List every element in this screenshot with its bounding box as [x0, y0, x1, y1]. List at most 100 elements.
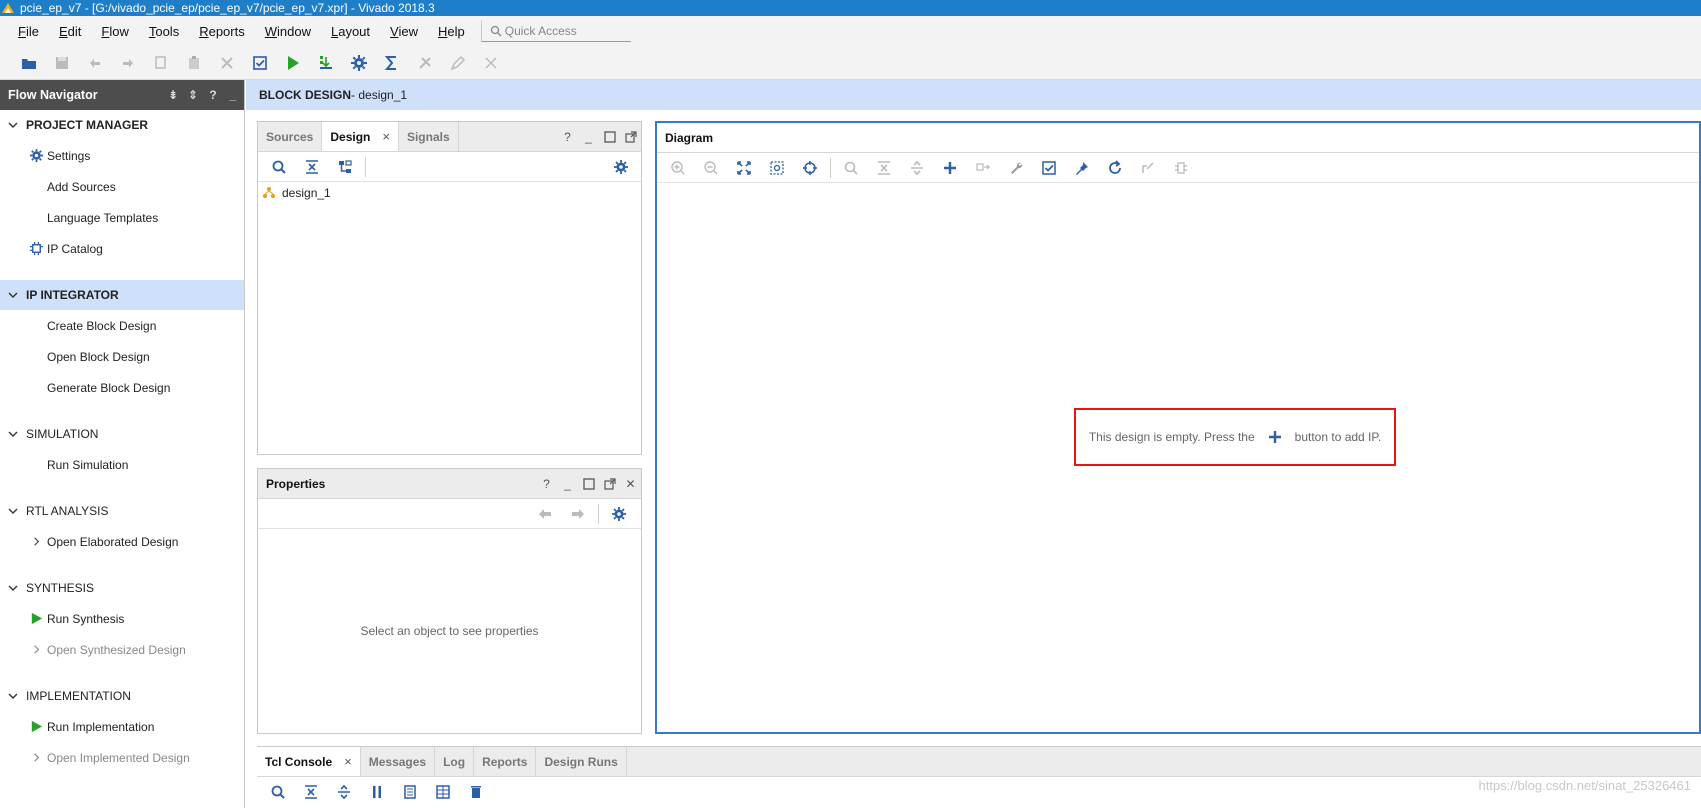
copy-icon[interactable]: [148, 50, 174, 76]
nav-open-implemented-design[interactable]: Open Implemented Design: [0, 742, 244, 773]
nav-open-block-design[interactable]: Open Block Design: [0, 341, 244, 372]
pin-icon[interactable]: [1069, 156, 1095, 180]
nav-settings[interactable]: Settings: [0, 140, 244, 171]
float-icon[interactable]: [620, 122, 641, 151]
pencil-icon[interactable]: [445, 50, 471, 76]
close-icon[interactable]: ×: [382, 129, 390, 144]
close-icon[interactable]: ×: [344, 754, 352, 769]
help-icon[interactable]: ?: [204, 86, 222, 104]
minimize-icon[interactable]: _: [578, 122, 599, 151]
undo-icon[interactable]: [82, 50, 108, 76]
section-synthesis[interactable]: SYNTHESIS: [0, 573, 244, 603]
nav-run-implementation[interactable]: Run Implementation: [0, 711, 244, 742]
quick-access-input[interactable]: Quick Access: [480, 20, 631, 42]
hierarchy-icon[interactable]: [332, 155, 358, 179]
refresh-icon[interactable]: [1102, 156, 1128, 180]
nav-add-sources[interactable]: Add Sources: [0, 171, 244, 202]
help-icon[interactable]: ?: [536, 469, 557, 498]
nav-create-block-design[interactable]: Create Block Design: [0, 310, 244, 341]
section-project-manager[interactable]: PROJECT MANAGER: [0, 110, 244, 140]
search-icon[interactable]: [265, 780, 291, 804]
nav-open-synthesized-design[interactable]: Open Synthesized Design: [0, 634, 244, 665]
float-icon[interactable]: [599, 469, 620, 498]
menu-file[interactable]: File: [8, 24, 49, 39]
zoom-out-icon[interactable]: [698, 156, 724, 180]
minimize-icon[interactable]: _: [557, 469, 578, 498]
add-ip-plus-icon[interactable]: [1267, 429, 1283, 445]
search-icon[interactable]: [266, 155, 292, 179]
menu-tools[interactable]: Tools: [139, 24, 189, 39]
menu-flow[interactable]: Flow: [91, 24, 138, 39]
copy-icon[interactable]: [397, 780, 423, 804]
nav-run-synthesis[interactable]: Run Synthesis: [0, 603, 244, 634]
validate-design-icon[interactable]: [1036, 156, 1062, 180]
menu-edit[interactable]: Edit: [49, 24, 91, 39]
nav-open-elaborated-design[interactable]: Open Elaborated Design: [0, 526, 244, 557]
expand-all-icon[interactable]: ⇕: [184, 86, 202, 104]
gear-icon[interactable]: [608, 155, 634, 179]
tab-reports[interactable]: Reports: [474, 747, 537, 776]
collapse-all-icon[interactable]: ⇟: [164, 86, 182, 104]
tab-signals[interactable]: Signals: [399, 122, 459, 151]
settings-gear-icon[interactable]: [346, 50, 372, 76]
trash-icon[interactable]: [463, 780, 489, 804]
zoom-fit-icon[interactable]: [731, 156, 757, 180]
collapse-all-icon[interactable]: [871, 156, 897, 180]
add-ip-icon[interactable]: [937, 156, 963, 180]
collapse-all-icon[interactable]: [298, 780, 324, 804]
table-icon[interactable]: [430, 780, 456, 804]
save-icon[interactable]: [49, 50, 75, 76]
nav-language-templates[interactable]: Language Templates: [0, 202, 244, 233]
back-arrow-icon[interactable]: [532, 502, 558, 526]
sigma-report-icon[interactable]: [379, 50, 405, 76]
disabled-tool-icon[interactable]: [412, 50, 438, 76]
nav-generate-block-design[interactable]: Generate Block Design: [0, 372, 244, 403]
auto-fit-selection-icon[interactable]: [797, 156, 823, 180]
make-external-icon[interactable]: [970, 156, 996, 180]
help-icon[interactable]: ?: [557, 122, 578, 151]
tab-design[interactable]: Design ×: [322, 122, 399, 151]
section-ip-integrator[interactable]: IP INTEGRATOR: [0, 280, 244, 310]
port-icon[interactable]: [1168, 156, 1194, 180]
program-device-icon[interactable]: [313, 50, 339, 76]
tab-design-runs[interactable]: Design Runs: [536, 747, 627, 776]
clear-icon[interactable]: [478, 50, 504, 76]
zoom-area-icon[interactable]: [764, 156, 790, 180]
menu-layout[interactable]: Layout: [321, 24, 380, 39]
properties-title: Properties: [266, 476, 326, 491]
expand-all-icon[interactable]: [331, 780, 357, 804]
search-icon[interactable]: [838, 156, 864, 180]
expand-all-icon[interactable]: [904, 156, 930, 180]
gear-icon[interactable]: [606, 502, 632, 526]
tab-messages[interactable]: Messages: [361, 747, 436, 776]
tree-item-design[interactable]: design_1: [258, 182, 641, 204]
tab-log[interactable]: Log: [435, 747, 475, 776]
maximize-icon[interactable]: [578, 469, 599, 498]
tab-sources[interactable]: Sources: [258, 122, 323, 151]
wrench-icon[interactable]: [1003, 156, 1029, 180]
tab-tcl-console[interactable]: Tcl Console ×: [257, 747, 361, 776]
minimize-icon[interactable]: _: [224, 86, 242, 104]
nav-run-simulation[interactable]: Run Simulation: [0, 449, 244, 480]
close-icon[interactable]: ✕: [620, 469, 641, 498]
run-icon[interactable]: [280, 50, 306, 76]
section-simulation[interactable]: SIMULATION: [0, 419, 244, 449]
collapse-all-icon[interactable]: [299, 155, 325, 179]
forward-arrow-icon[interactable]: [565, 502, 591, 526]
delete-icon[interactable]: [214, 50, 240, 76]
zoom-in-icon[interactable]: [665, 156, 691, 180]
menu-help[interactable]: Help: [428, 24, 475, 39]
section-implementation[interactable]: IMPLEMENTATION: [0, 681, 244, 711]
maximize-icon[interactable]: [599, 122, 620, 151]
redo-icon[interactable]: [115, 50, 141, 76]
paste-icon[interactable]: [181, 50, 207, 76]
pause-icon[interactable]: [364, 780, 390, 804]
regenerate-layout-icon[interactable]: [1135, 156, 1161, 180]
open-project-icon[interactable]: [16, 50, 42, 76]
nav-ip-catalog[interactable]: IP Catalog: [0, 233, 244, 264]
menu-window[interactable]: Window: [255, 24, 321, 39]
menu-view[interactable]: View: [380, 24, 428, 39]
menu-reports[interactable]: Reports: [189, 24, 255, 39]
section-rtl-analysis[interactable]: RTL ANALYSIS: [0, 496, 244, 526]
validate-icon[interactable]: [247, 50, 273, 76]
